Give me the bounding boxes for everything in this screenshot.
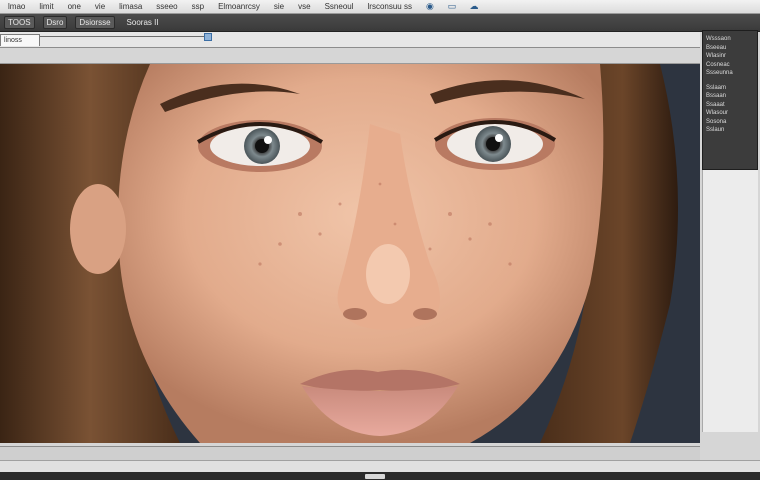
panel-item-1[interactable]: Wsssaon	[706, 35, 754, 44]
menu-item-5[interactable]: limasa	[117, 2, 144, 12]
tool-button-1[interactable]: TOOS	[4, 16, 35, 29]
menu-item-6[interactable]: sseeo	[154, 2, 179, 12]
layers-panel: Wsssaon Bseeau Wlasinr Cosneac Ssseunna …	[702, 30, 758, 170]
document-tab[interactable]: linoss	[0, 34, 40, 46]
screen-icon[interactable]: ▭	[446, 1, 458, 12]
menu-item-4[interactable]: vie	[93, 2, 107, 12]
cloud-icon[interactable]: ☁	[468, 1, 480, 12]
status-bar	[0, 460, 760, 472]
ruler-line	[40, 36, 208, 37]
menu-item-11[interactable]: Ssneoul	[323, 2, 356, 12]
panel-item-5[interactable]: Ssseunna	[706, 69, 754, 78]
ruler-handle[interactable]	[204, 33, 212, 41]
document-tab-row: linoss	[0, 32, 700, 48]
panel-item-9[interactable]: Wlasour	[706, 109, 754, 118]
panel-item-6[interactable]: Sslaam	[706, 84, 754, 93]
menu-item-7[interactable]: ssp	[190, 2, 206, 12]
tool-button-2[interactable]: Dsro	[42, 16, 68, 29]
menu-item-12[interactable]: lrsconsuu ss	[366, 2, 414, 12]
taskbar	[0, 472, 760, 480]
tool-button-4[interactable]: Sooras II	[123, 16, 163, 29]
panel-item-2[interactable]: Bseeau	[706, 44, 754, 53]
eye-icon[interactable]: ◉	[424, 1, 436, 12]
panel-item-10[interactable]: Sosona	[706, 118, 754, 127]
menu-item-8[interactable]: Elmoanrcsy	[216, 2, 262, 12]
panel-item-8[interactable]: Ssaaat	[706, 101, 754, 110]
menu-item-2[interactable]: limit	[37, 2, 55, 12]
panel-item-4[interactable]: Cosneac	[706, 61, 754, 70]
menu-item-9[interactable]: sie	[272, 2, 286, 12]
image-canvas[interactable]	[0, 63, 700, 443]
panel-empty-area	[702, 170, 758, 432]
tool-bar: TOOS Dsro Dsiorsse Sooras II	[0, 14, 760, 32]
panel-item-7[interactable]: Bssaan	[706, 92, 754, 101]
portrait-image	[0, 64, 700, 443]
panel-item-11[interactable]: Sslaun	[706, 126, 754, 135]
menu-bar: lmao limit one vie limasa sseeo ssp Elmo…	[0, 0, 760, 14]
tool-button-3[interactable]: Dsiorsse	[75, 16, 115, 29]
horizontal-scrollbar[interactable]	[0, 446, 700, 460]
menu-item-1[interactable]: lmao	[6, 2, 27, 12]
taskbar-item[interactable]	[365, 474, 385, 479]
image-editor-window: lmao limit one vie limasa sseeo ssp Elmo…	[0, 0, 760, 480]
menu-item-3[interactable]: one	[66, 2, 83, 12]
panel-item-3[interactable]: Wlasinr	[706, 52, 754, 61]
menu-item-10[interactable]: vse	[296, 2, 312, 12]
